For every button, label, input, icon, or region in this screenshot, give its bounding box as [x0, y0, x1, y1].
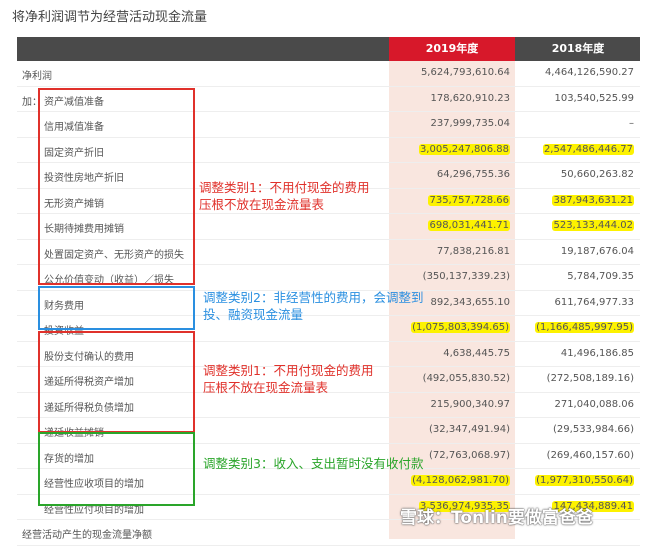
value-2019: 237,999,735.04 [430, 118, 510, 129]
value-2018: 523,133,444.02 [552, 220, 634, 231]
value-2019: 735,757,728.66 [428, 194, 510, 206]
value-2018: 271,040,088.06 [554, 398, 634, 410]
value-2019: 215,900,340.97 [430, 398, 510, 410]
value-2019: 698,031,441.71 [428, 220, 510, 231]
note-line: 压根不放在现金流量表 [203, 380, 329, 395]
note-line: 压根不放在现金流量表 [199, 197, 325, 212]
value-2019: 4,638,445.75 [443, 347, 510, 359]
watermark: 雪球：Tonlin要做富爸爸 [400, 508, 593, 528]
annotation-note-4: 调整类别3：收入、支出暂时没有收付款 [203, 455, 423, 472]
value-2018: (29,533,984.66) [553, 424, 634, 435]
table-header: 2019年度 2018年度 [17, 37, 640, 61]
value-2019: 64,296,755.36 [436, 169, 510, 180]
note-line: 调整类别2：非经营性的费用，会调整到 [203, 290, 424, 305]
value-2019: (72,763,068.97) [429, 449, 510, 461]
value-2018: 19,187,676.04 [560, 245, 634, 257]
annotation-note-3: 调整类别1：不用付现金的费用 压根不放在现金流量表 [203, 362, 373, 396]
value-2018: 50,660,263.82 [560, 169, 634, 180]
annotation-note-2: 调整类别2：非经营性的费用，会调整到 投、融资现金流量 [203, 289, 423, 323]
value-2019: (4,128,062,981.70) [411, 475, 510, 486]
value-2018: 611,764,977.33 [554, 296, 634, 308]
value-2018: (272,508,189.16) [546, 373, 634, 384]
value-2018: 41,496,186.85 [560, 347, 634, 359]
value-2018: 387,943,631.21 [552, 194, 634, 206]
note-line: 投、融资现金流量 [203, 307, 304, 322]
value-2019: (492,055,830.52) [422, 373, 510, 384]
value-2018: 5,784,709.35 [567, 271, 634, 282]
value-2018: 2,547,486,446.77 [542, 143, 634, 155]
value-2019: 5,624,793,610.64 [420, 67, 510, 78]
value-2018: (269,460,157.60) [546, 449, 634, 461]
row-label: 经营活动产生的现金流量净额 [22, 530, 152, 541]
note-line: 调整类别1：不用付现金的费用 [203, 363, 374, 378]
row-label: 净利润 [22, 71, 52, 82]
value-2018: (1,166,485,997.95) [535, 322, 634, 333]
value-2019: (350,137,339.23) [422, 271, 510, 282]
value-2019: 3,005,247,806.88 [418, 143, 510, 155]
note-line: 调整类别3：收入、支出暂时没有收付款 [203, 456, 424, 471]
value-2018: (1,977,310,550.64) [535, 475, 634, 486]
value-2019: (1,075,803,394.65) [411, 322, 510, 333]
annotation-box-blue [38, 286, 195, 330]
annotation-note-1: 调整类别1：不用付现金的费用 压根不放在现金流量表 [199, 179, 369, 213]
header-2019: 2019年度 [389, 37, 515, 61]
page-title: 将净利润调节为经营活动现金流量 [12, 10, 208, 25]
value-2019: (32,347,491.94) [429, 424, 510, 435]
value-2019: 178,620,910.23 [430, 92, 510, 104]
value-2019: 892,343,655.10 [430, 296, 510, 308]
header-2018: 2018年度 [551, 42, 605, 55]
value-2018: – [629, 118, 634, 129]
note-line: 调整类别1：不用付现金的费用 [199, 180, 370, 195]
value-2018: 4,464,126,590.27 [544, 67, 634, 78]
value-2018: 103,540,525.99 [554, 92, 634, 104]
annotation-box-red-2 [38, 331, 195, 433]
annotation-box-green [38, 432, 195, 506]
table-row: 净利润 5,624,793,610.64 4,464,126,590.27 [17, 61, 640, 87]
value-2019: 77,838,216.81 [436, 245, 510, 257]
annotation-box-red-1 [38, 88, 195, 285]
